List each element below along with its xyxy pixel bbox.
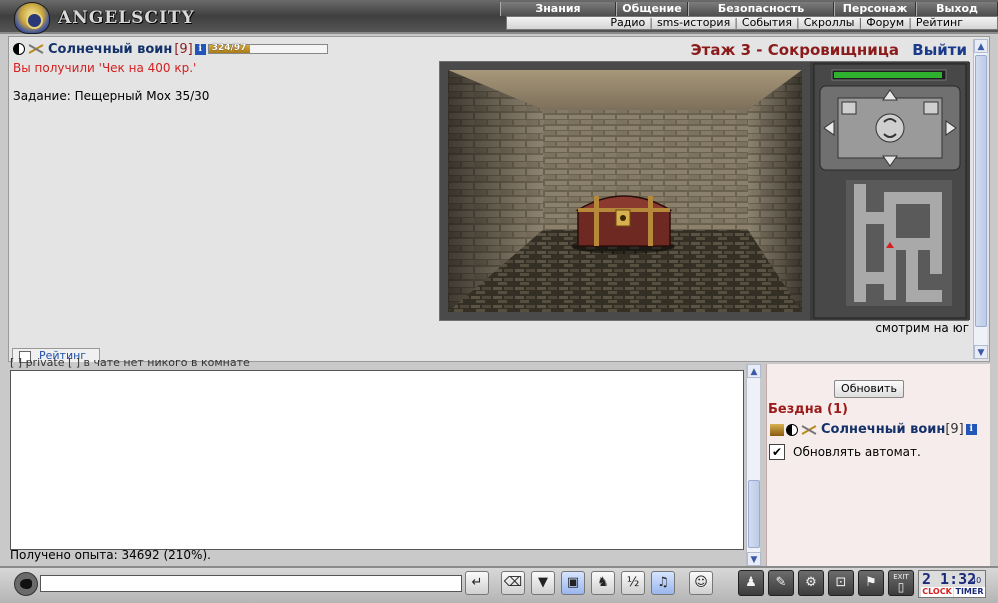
menu-exit[interactable]: Выход [916,2,998,16]
crossed-swords-icon [800,424,818,436]
translit-icon: ½ [626,575,640,590]
turn-left-icon[interactable] [841,101,857,115]
treasure-chest[interactable] [571,195,675,254]
rank-flag-icon [770,423,784,436]
floor-title: Этаж 3 - Сокровищница [690,41,899,59]
auto-refresh-label: Обновлять автомат. [793,445,921,459]
auto-refresh-row: ✔ Обновлять автомат. [769,444,921,460]
bottom-toolbar: ↵ ⌫ ▼ ▣ ♞ ½ ♫ ☺ ♟ ✎ ⚙ ⊡ ⚑ EXIT ▯ 2 1:32 4… [0,566,998,603]
auto-refresh-checkbox[interactable]: ✔ [769,444,785,460]
menu-communication[interactable]: Общение [616,2,688,16]
chat-input[interactable] [40,575,462,592]
movement-timer-bar [834,72,942,78]
top-bar: ANGELSCITY Знания Общение Безопасность П… [0,0,998,34]
exit-link[interactable]: Выйти [912,41,967,59]
chat-scroll-thumb[interactable] [748,480,760,548]
scroll-icon: ✎ [775,575,787,590]
enter-button[interactable]: ↵ [465,571,489,595]
enter-icon: ↵ [471,575,483,590]
main-scrollbar[interactable]: ▲ ▼ [973,39,988,359]
run-button[interactable]: ♞ [591,571,615,595]
speak-icon[interactable] [14,572,38,596]
floppy-icon: ▣ [566,575,580,590]
room-name: Бездна (1) [768,402,848,417]
scroll-down-icon[interactable]: ▼ [974,345,988,359]
clear-button[interactable]: ⌫ [501,571,525,595]
main-panel: Солнечный воин [9] i 324/97 Вы получили … [8,36,990,362]
clock-label[interactable]: CLOCK [921,587,953,597]
eraser-icon: ⌫ [503,575,523,590]
scroll-thumb[interactable] [975,55,987,327]
clock-widget[interactable]: 2 1:32 40 CLOCK TIMER [918,570,986,598]
flag-icon: ⚑ [865,575,877,590]
submenu-forum[interactable]: Форум [866,17,904,29]
submenu-radio[interactable]: Радио [610,17,645,29]
smile-icon: ☺ [694,575,708,590]
door-icon: ▯ [897,580,905,594]
chat-log[interactable] [10,370,744,550]
received-message: Вы получили 'Чек на 400 кр.' [13,61,197,75]
info-icon[interactable]: i [194,43,206,55]
player-name[interactable]: Солнечный воин [48,42,172,57]
save-button[interactable]: ▣ [561,571,585,595]
gear-icon: ⚙ [805,575,817,590]
experience-line: Получено опыта: 34692 (210%). [10,548,211,562]
submenu-sms-history[interactable]: sms-история [657,17,730,29]
yin-yang-icon [13,43,25,55]
chat-top-strip: [ ] private [ ] в чате нет никого в комн… [10,358,250,369]
hp-bar: 324/97 [207,43,328,54]
lock-icon: ⊡ [835,575,847,590]
room-panel: Обновить Бездна (1) Солнечный воин [9] i… [766,364,990,566]
sub-menu: Радио | sms-история | События | Скроллы | Фо… [506,16,998,30]
facing-direction: смотрим на юг [875,321,969,335]
figure-icon: ♟ [745,575,757,590]
dungeon-scene[interactable] [448,70,802,312]
scroll-up-icon[interactable]: ▲ [974,39,988,53]
player-info: Солнечный воин [9] i 324/97 [13,41,328,57]
room-player-level: [9] [945,422,964,437]
chat-scroll-up-icon[interactable]: ▲ [747,364,761,378]
filter-icon: ▼ [538,575,548,590]
room-player-entry[interactable]: Солнечный воин [9] i [770,422,979,437]
abilities-button[interactable]: ✎ [768,570,794,596]
clock-seconds: 40 [971,576,982,585]
submenu-rating[interactable]: Рейтинг [916,17,963,29]
lock-button[interactable]: ⊡ [828,570,854,596]
running-man-icon: ♞ [597,575,609,590]
music-button[interactable]: ♫ [651,571,675,595]
dungeon-minimap[interactable] [846,180,952,306]
flag-button[interactable]: ⚑ [858,570,884,596]
navigation-controls [810,62,970,320]
smile-button[interactable]: ☺ [689,571,713,595]
music-icon: ♫ [657,575,669,590]
info-icon[interactable]: i [965,424,977,435]
inventory-button[interactable]: ♟ [738,570,764,596]
menu-knowledge[interactable]: Знания [500,2,616,16]
hp-text: 324/97 [211,43,247,53]
submenu-events[interactable]: События [742,17,792,29]
filter-button[interactable]: ▼ [531,571,555,595]
logo-text: ANGELSCITY [58,8,195,28]
turn-right-icon[interactable] [923,101,939,115]
exit-button[interactable]: EXIT ▯ [888,570,914,596]
clock-time: 2 1:32 [922,570,977,588]
main-menu: Знания Общение Безопасность Персонаж Вых… [500,2,998,16]
crossed-swords-icon [27,43,45,55]
settings-button[interactable]: ⚙ [798,570,824,596]
menu-character[interactable]: Персонаж [834,2,916,16]
timer-label[interactable]: TIMER [954,587,985,597]
refresh-button[interactable]: Обновить [834,380,904,398]
yin-yang-icon [786,423,798,436]
chat-scrollbar[interactable]: ▲ ▼ [746,364,761,566]
room-player-name[interactable]: Солнечный воин [821,422,945,437]
translit-button[interactable]: ½ [621,571,645,595]
emblem-icon [14,2,50,34]
game-logo[interactable]: ANGELSCITY [8,2,194,34]
player-level: [9] [174,41,193,57]
quest-status: Задание: Пещерный Мох 35/30 [13,89,210,103]
dungeon-view [439,61,970,321]
chat-scroll-down-icon[interactable]: ▼ [747,552,761,566]
submenu-scrolls[interactable]: Скроллы [804,17,855,29]
menu-security[interactable]: Безопасность [688,2,834,16]
